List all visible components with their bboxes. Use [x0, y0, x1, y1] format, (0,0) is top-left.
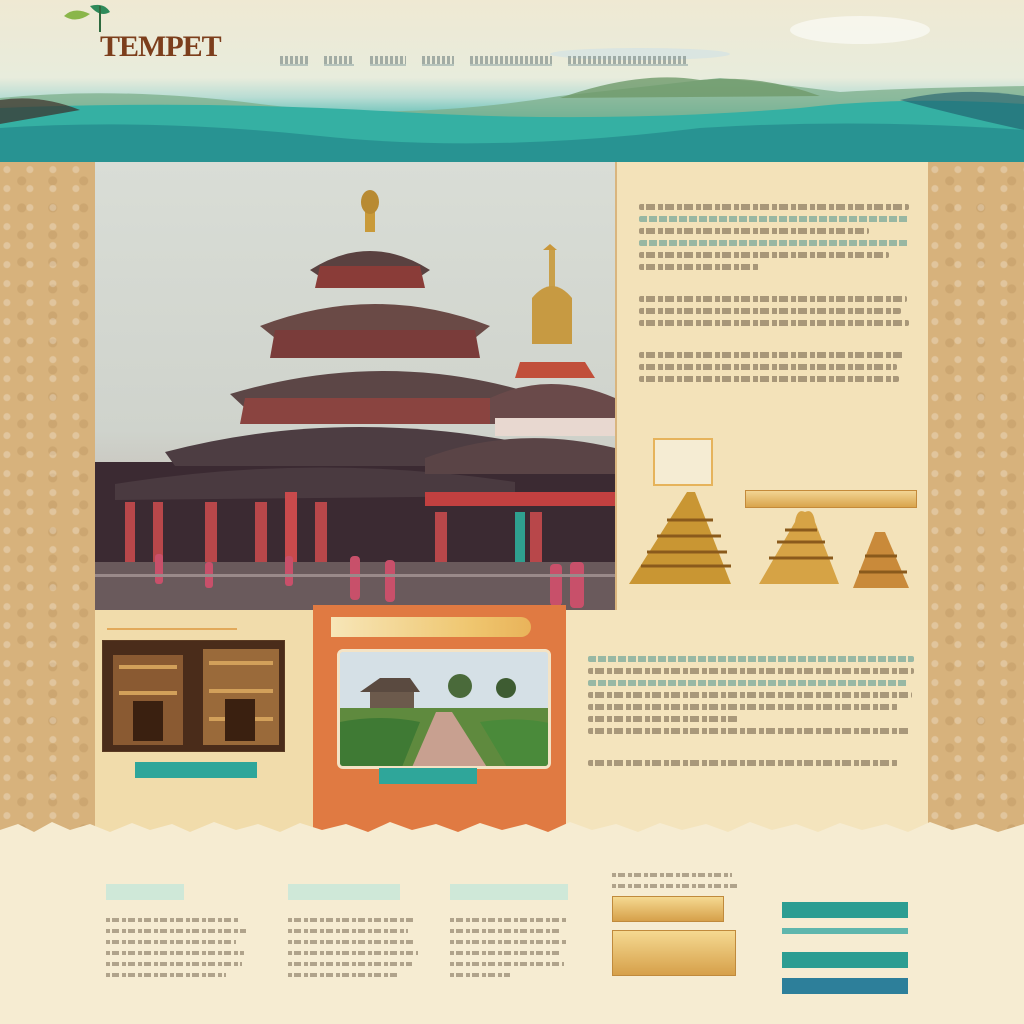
text-line [639, 252, 889, 258]
deal-bar[interactable] [612, 896, 724, 922]
footer-column-subtitle[interactable] [450, 884, 568, 900]
card-middle-title [331, 617, 531, 637]
text-line [639, 352, 905, 358]
text-line [639, 320, 909, 326]
deal-bar[interactable] [612, 930, 736, 976]
text-line [288, 962, 412, 966]
text-line [639, 228, 869, 234]
text-line [639, 264, 759, 270]
text-line [106, 940, 236, 944]
temple-interior-image[interactable] [102, 640, 285, 752]
text-line [588, 716, 738, 722]
nav-item-6[interactable] [568, 56, 688, 66]
text-line [639, 296, 907, 302]
text-line [588, 668, 914, 674]
text-line [106, 951, 244, 955]
card-middle-button[interactable] [379, 768, 477, 784]
text-line [612, 884, 740, 888]
text-line [639, 240, 909, 246]
site-header: TEMPET [0, 0, 1024, 162]
text-line [288, 929, 408, 933]
footer-column-subtitle[interactable] [106, 884, 184, 900]
footer-button-2[interactable] [782, 928, 908, 934]
card-caption [107, 612, 237, 630]
brand-title[interactable]: TEMPET [100, 30, 222, 64]
info-thumbnail[interactable] [653, 438, 713, 486]
footer-button-3[interactable] [782, 952, 908, 968]
footer-button-1[interactable] [782, 902, 908, 918]
footer-button-column [782, 892, 908, 1004]
article-panel [566, 610, 928, 834]
deal-column [612, 866, 742, 976]
footer-column-subtitle[interactable] [288, 884, 400, 900]
nav-item-2[interactable] [324, 56, 354, 66]
hero-temple-image [95, 162, 615, 610]
text-line [588, 728, 910, 734]
footer-column-1 [106, 872, 256, 984]
text-line [288, 918, 416, 922]
sand-border-left [0, 162, 95, 834]
text-line [106, 918, 240, 922]
nav-item-3[interactable] [370, 56, 406, 66]
nav-item-5[interactable] [470, 56, 552, 66]
feature-card-middle [313, 605, 566, 835]
text-line [639, 364, 897, 370]
brand-tagline [94, 66, 234, 80]
footer-column-3 [450, 872, 600, 984]
info-panel [617, 162, 928, 610]
nav-item-4[interactable] [422, 56, 454, 66]
text-line [450, 962, 564, 966]
text-line [106, 973, 226, 977]
text-line [588, 704, 898, 710]
footer-column-2 [288, 872, 438, 984]
text-line [450, 951, 560, 955]
feature-card-left [95, 610, 313, 834]
text-line [639, 216, 909, 222]
text-line [639, 204, 909, 210]
main-nav [280, 56, 688, 70]
sand-border-right [928, 162, 1024, 834]
text-line [450, 940, 568, 944]
text-line [288, 951, 418, 955]
card-left-button[interactable] [135, 762, 257, 778]
text-line [612, 873, 732, 877]
text-line [450, 929, 562, 933]
text-line [450, 973, 510, 977]
text-line [639, 376, 899, 382]
temple-icon [629, 492, 909, 588]
text-line [450, 918, 566, 922]
text-line [588, 692, 912, 698]
text-line [106, 962, 242, 966]
text-line [106, 929, 246, 933]
landscape-banner [0, 16, 1024, 162]
nav-item-1[interactable] [280, 56, 308, 66]
text-line [588, 656, 914, 662]
site-footer [0, 836, 1024, 1024]
footer-button-4[interactable] [782, 978, 908, 994]
text-line [588, 760, 898, 766]
text-line [288, 973, 400, 977]
text-line [588, 680, 908, 686]
text-line [639, 308, 901, 314]
temple-garden-image[interactable] [337, 649, 551, 769]
text-line [288, 940, 414, 944]
